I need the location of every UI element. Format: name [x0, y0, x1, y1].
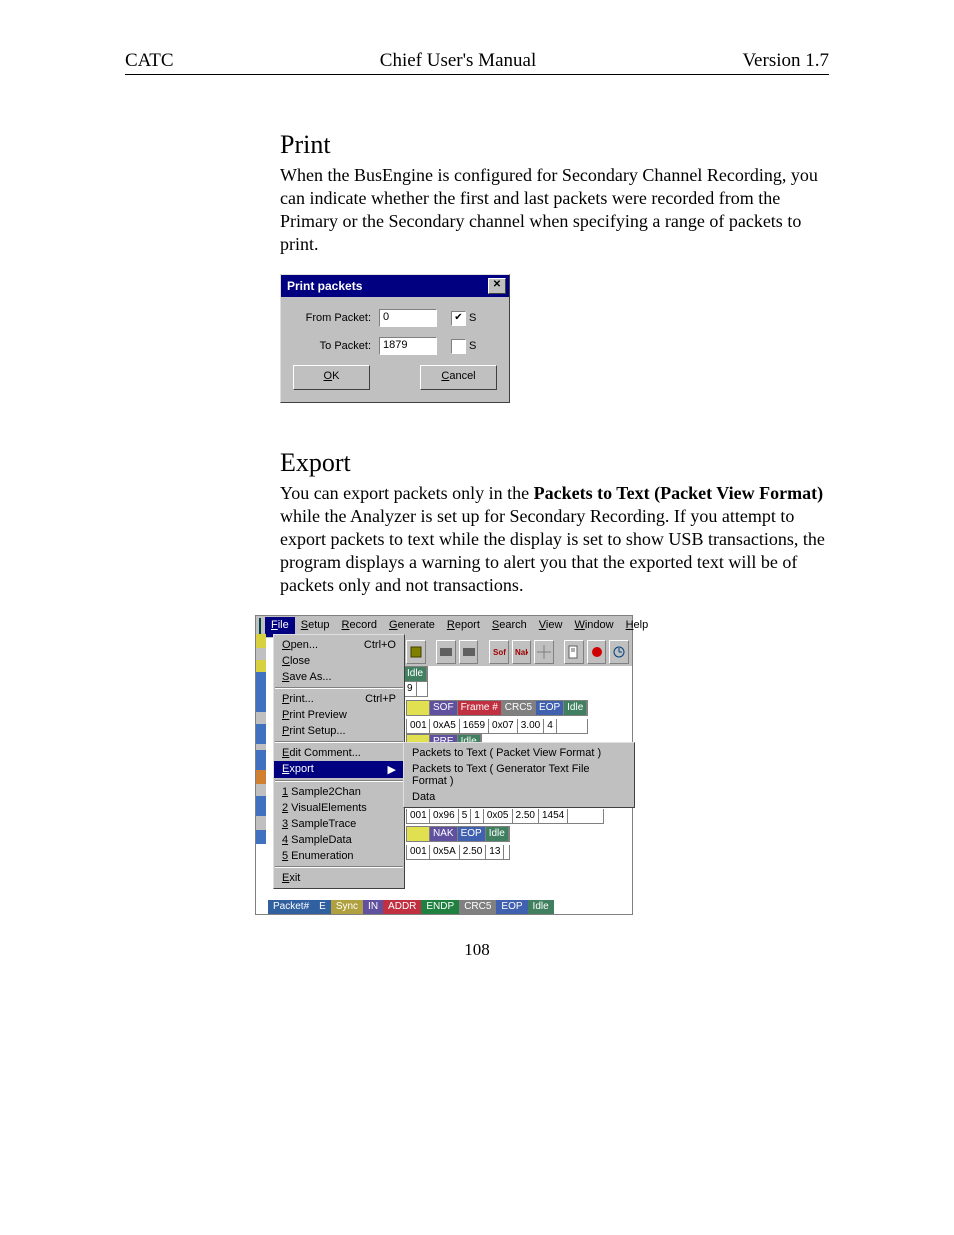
file-menu-item[interactable]: Open...Ctrl+O	[274, 637, 404, 653]
menubar-item-report[interactable]: Report	[441, 617, 486, 637]
file-menu: Open...Ctrl+OCloseSave As... Print...Ctrl…	[273, 634, 405, 889]
from-secondary-checkbox[interactable]: ✔	[451, 311, 466, 326]
print-body-text: When the BusEngine is configured for Sec…	[280, 164, 840, 256]
ok-button[interactable]: OK	[293, 365, 370, 390]
export-submenu-item[interactable]: Packets to Text ( Generator Text File Fo…	[404, 761, 634, 789]
header-rule	[125, 74, 829, 75]
toolbar: Sof Nak	[403, 638, 632, 666]
toolbar-button-nak[interactable]: Nak	[512, 640, 532, 664]
bottom-strip-cell: E	[314, 900, 331, 914]
from-secondary-label: S	[469, 312, 476, 324]
bottom-strip: Packet#ESyncINADDRENDPCRC5EOPIdle	[268, 900, 632, 914]
to-packet-input[interactable]: 1879	[379, 337, 437, 355]
export-submenu-item[interactable]: Packets to Text ( Packet View Format )	[404, 745, 634, 761]
file-menu-item[interactable]: Print...Ctrl+P	[274, 691, 404, 707]
menubar-item-window[interactable]: Window	[568, 617, 619, 637]
file-menu-item[interactable]: 3 SampleTrace	[274, 816, 404, 832]
bottom-strip-cell: ADDR	[383, 900, 421, 914]
file-menu-item[interactable]: Edit Comment...	[274, 745, 404, 761]
file-menu-item[interactable]: Print Setup...	[274, 723, 404, 739]
cancel-button[interactable]: Cancel	[420, 365, 497, 390]
packet-row: NAKEOPIdle0010x5A2.5013	[406, 826, 510, 863]
bottom-strip-cell: Idle	[528, 900, 554, 914]
file-menu-item[interactable]: Exit	[274, 870, 404, 886]
export-submenu-item[interactable]: Data	[404, 789, 634, 805]
toolbar-button-2[interactable]	[436, 640, 456, 664]
bottom-strip-cell: CRC5	[459, 900, 496, 914]
bottom-strip-cell: Packet#	[268, 900, 314, 914]
from-packet-label: From Packet:	[291, 312, 371, 324]
file-menu-item[interactable]: 2 VisualElements	[274, 800, 404, 816]
file-menu-item[interactable]: 1 Sample2Chan	[274, 784, 404, 800]
svg-text:Nak: Nak	[515, 648, 528, 657]
side-color-stripes	[256, 634, 266, 844]
file-menu-item[interactable]: Export▶	[274, 761, 404, 778]
toolbar-button-1[interactable]	[406, 640, 426, 664]
file-menu-item[interactable]: Print Preview	[274, 707, 404, 723]
dialog-titlebar: Print packets ✕	[281, 275, 509, 297]
menubar-item-help[interactable]: Help	[620, 617, 655, 637]
idle-badge: Idle 9	[403, 666, 428, 697]
header-right: Version 1.7	[742, 50, 829, 72]
bottom-strip-cell: IN	[363, 900, 383, 914]
file-menu-item[interactable]: 4 SampleData	[274, 832, 404, 848]
menubar-item-view[interactable]: View	[533, 617, 569, 637]
to-packet-label: To Packet:	[291, 340, 371, 352]
bottom-strip-cell: ENDP	[421, 900, 459, 914]
from-packet-input[interactable]: 0	[379, 309, 437, 327]
analyzer-app-window: FileSetupRecordGenerateReportSearchViewW…	[255, 615, 633, 915]
svg-text:Sof: Sof	[493, 648, 506, 657]
toolbar-button-clock[interactable]	[609, 640, 629, 664]
toolbar-button-record[interactable]	[587, 640, 607, 664]
toolbar-button-crosshair[interactable]	[534, 640, 554, 664]
page-number: 108	[0, 940, 954, 960]
header-center: Chief User's Manual	[380, 50, 536, 72]
close-icon[interactable]: ✕	[488, 278, 506, 294]
to-secondary-label: S	[469, 340, 476, 352]
menubar-item-search[interactable]: Search	[486, 617, 533, 637]
export-body-text: You can export packets only in the Packe…	[280, 482, 840, 597]
dialog-title: Print packets	[287, 279, 362, 293]
toolbar-button-3[interactable]	[459, 640, 479, 664]
print-heading: Print	[280, 130, 840, 160]
packet-row: SOFFrame #CRC5EOPIdle0010xA516590x073.00…	[406, 700, 588, 737]
file-menu-item[interactable]: Save As...	[274, 669, 404, 685]
header-left: CATC	[125, 50, 174, 72]
toolbar-button-note[interactable]	[564, 640, 584, 664]
bottom-strip-cell: EOP	[496, 900, 527, 914]
toolbar-button-sof[interactable]: Sof	[489, 640, 509, 664]
print-packets-dialog: Print packets ✕ From Packet: 0 ✔ S To Pa…	[280, 274, 510, 403]
page-header: CATC Chief User's Manual Version 1.7	[125, 50, 829, 72]
export-heading: Export	[280, 448, 840, 478]
bottom-strip-cell: Sync	[331, 900, 363, 914]
export-submenu: Packets to Text ( Packet View Format )Pa…	[403, 742, 635, 808]
file-menu-item[interactable]: Close	[274, 653, 404, 669]
file-menu-item[interactable]: 5 Enumeration	[274, 848, 404, 864]
to-secondary-checkbox[interactable]	[451, 339, 466, 354]
